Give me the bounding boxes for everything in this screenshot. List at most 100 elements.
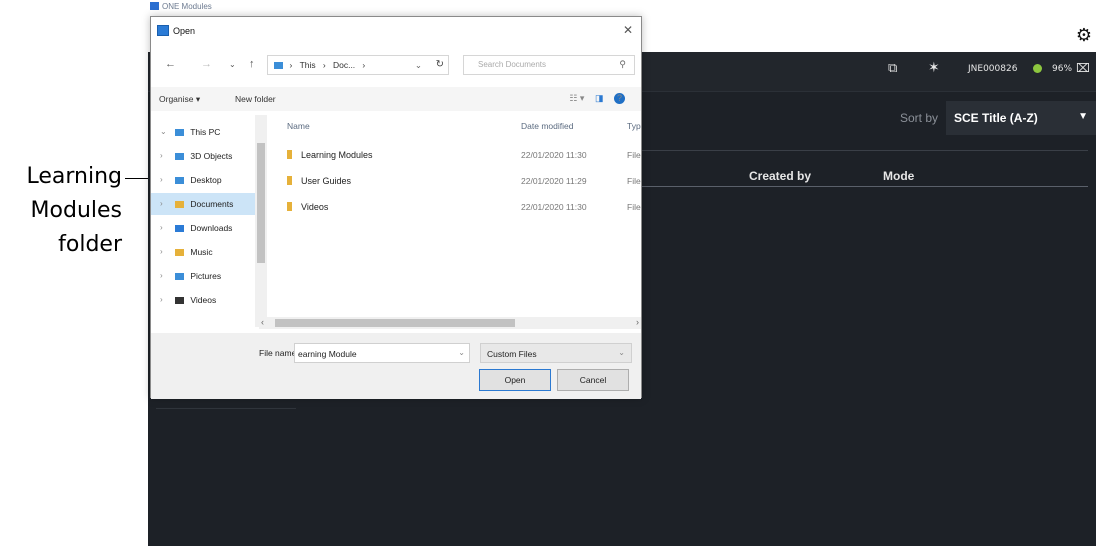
file-name-label: File name: (259, 348, 299, 358)
file-list: Name Date modified Typ Learning Modules … (271, 115, 643, 327)
nav-item-pictures[interactable]: › Pictures (151, 265, 255, 287)
chevron-down-icon: ⌄ (618, 348, 625, 357)
forward-arrow-icon[interactable]: → (201, 58, 212, 70)
up-arrow-icon[interactable]: ↑ (249, 58, 255, 70)
videos-folder-icon (175, 297, 184, 305)
column-header-name[interactable]: Name (287, 121, 310, 131)
address-history-chevron-icon[interactable]: ⌄ (415, 60, 422, 71)
view-mode-icon[interactable]: ☷ ▾ (569, 93, 584, 104)
scrollbar-thumb[interactable] (257, 143, 265, 263)
scrollbar-thumb[interactable] (275, 319, 515, 327)
column-header-created-by[interactable]: Created by (749, 169, 811, 183)
nav-item-3d-objects[interactable]: › 3D Objects (151, 145, 255, 167)
file-type: File (627, 150, 641, 160)
search-input[interactable]: Search Documents ⚲ (463, 55, 635, 75)
folder-icon (287, 150, 292, 159)
recent-locations-chevron-icon[interactable]: ⌄ (229, 60, 236, 69)
refresh-icon[interactable]: ↻ (436, 59, 444, 70)
cancel-button[interactable]: Cancel (557, 369, 629, 391)
callout-line-2: Modules (30, 198, 122, 223)
nav-pane-scrollbar[interactable] (255, 115, 267, 327)
back-arrow-icon[interactable]: ← (165, 58, 176, 70)
navigation-bar: ← → ⌄ ↑ › This › Doc... › ⌄ ↻ Search Doc… (151, 51, 641, 77)
column-header-mode[interactable]: Mode (883, 169, 914, 183)
dialog-titlebar: Open ✕ (151, 17, 641, 45)
sort-label: Sort by (900, 111, 939, 125)
music-folder-icon (175, 249, 184, 257)
nav-item-label: 3D Objects (190, 151, 233, 161)
address-bar[interactable]: › This › Doc... › ⌄ ↻ (267, 55, 449, 75)
documents-folder-icon (175, 201, 184, 209)
nav-item-downloads[interactable]: › Downloads (151, 217, 255, 239)
file-row-learning-modules[interactable]: Learning Modules 22/01/2020 11:30 File (271, 143, 643, 167)
scroll-left-icon[interactable]: ‹ (261, 317, 264, 327)
screen-share-icon[interactable]: ⧉ (888, 61, 897, 76)
device-id: JNE000826 (968, 64, 1018, 74)
nav-item-label: Documents (190, 199, 234, 209)
organise-button[interactable]: Organise ▾ (159, 94, 200, 105)
new-folder-button[interactable]: New folder (235, 94, 276, 104)
sort-value: SCE Title (A-Z) (954, 111, 1038, 125)
dialog-title: Open (173, 26, 196, 36)
column-header-date-modified[interactable]: Date modified (521, 121, 573, 131)
chevron-right-icon[interactable]: › (160, 271, 163, 280)
breadcrumb-documents[interactable]: Doc... (333, 60, 355, 70)
file-type: File (627, 176, 641, 186)
file-date: 22/01/2020 11:30 (521, 150, 587, 160)
nav-item-videos[interactable]: › Videos (151, 289, 255, 311)
computer-icon (175, 129, 184, 137)
nav-item-desktop[interactable]: › Desktop (151, 169, 255, 191)
nav-item-this-pc[interactable]: ⌄ This PC (151, 121, 255, 143)
file-type: File (627, 202, 641, 212)
search-icon: ⚲ (619, 59, 626, 69)
callout-line-3: folder (58, 232, 122, 257)
horizontal-scrollbar[interactable]: ‹ › (259, 317, 641, 329)
file-row-user-guides[interactable]: User Guides 22/01/2020 11:29 File (271, 169, 643, 193)
pictures-folder-icon (175, 273, 184, 281)
desktop-folder-icon (175, 177, 184, 185)
folder-icon (274, 62, 283, 70)
chevron-right-icon[interactable]: › (160, 199, 163, 208)
file-name: Videos (301, 202, 329, 212)
dialog-footer: File name: earning Module ⌄ Custom Files… (151, 333, 641, 399)
file-type-filter[interactable]: Custom Files ⌄ (480, 343, 632, 363)
nav-item-label: This PC (190, 127, 221, 137)
chevron-right-icon[interactable]: › (160, 247, 163, 256)
file-name-value: earning Module (298, 349, 357, 359)
chevron-right-icon[interactable]: › (160, 151, 163, 160)
view-options: ☷ ▾ ◨ ? (561, 93, 625, 104)
chevron-right-icon[interactable]: › (160, 295, 163, 304)
scroll-right-icon[interactable]: › (636, 317, 639, 327)
help-icon[interactable]: ? (614, 93, 625, 104)
nav-item-label: Music (190, 247, 213, 257)
callout-label: Learning Modules folder (0, 160, 122, 262)
breadcrumb-this-pc[interactable]: This (300, 60, 316, 70)
chevron-right-icon[interactable]: › (160, 175, 163, 184)
callout-line-1: Learning (26, 164, 122, 189)
folder-icon (287, 202, 292, 211)
battery-charging-icon: ⌧ (1076, 61, 1090, 75)
file-name-input[interactable]: earning Module ⌄ (294, 343, 470, 363)
file-type-filter-value: Custom Files (487, 349, 537, 359)
open-button[interactable]: Open (479, 369, 551, 391)
file-name: User Guides (301, 176, 352, 186)
nav-item-documents[interactable]: › Documents (151, 193, 255, 215)
file-row-videos[interactable]: Videos 22/01/2020 11:30 File (271, 195, 643, 219)
sort-dropdown[interactable]: SCE Title (A-Z) ▼ (946, 101, 1096, 135)
gear-icon[interactable]: ⚙ (1076, 25, 1092, 46)
nav-item-label: Pictures (190, 271, 222, 281)
file-date: 22/01/2020 11:29 (521, 176, 587, 186)
downloads-folder-icon (175, 225, 184, 233)
chevron-down-icon[interactable]: ⌄ (160, 127, 167, 136)
column-header-type[interactable]: Typ (627, 121, 641, 131)
cube-folder-icon (175, 153, 184, 161)
preview-pane-icon[interactable]: ◨ (595, 93, 604, 104)
nav-item-label: Videos (190, 295, 217, 305)
command-bar: Organise ▾ New folder ☷ ▾ ◨ ? (151, 87, 641, 111)
close-icon[interactable]: ✕ (623, 23, 633, 37)
chevron-right-icon[interactable]: › (160, 223, 163, 232)
nav-item-music[interactable]: › Music (151, 241, 255, 263)
nav-item-label: Downloads (190, 223, 233, 233)
chevron-down-icon[interactable]: ⌄ (458, 348, 465, 357)
network-icon[interactable]: ✶ (928, 60, 940, 76)
